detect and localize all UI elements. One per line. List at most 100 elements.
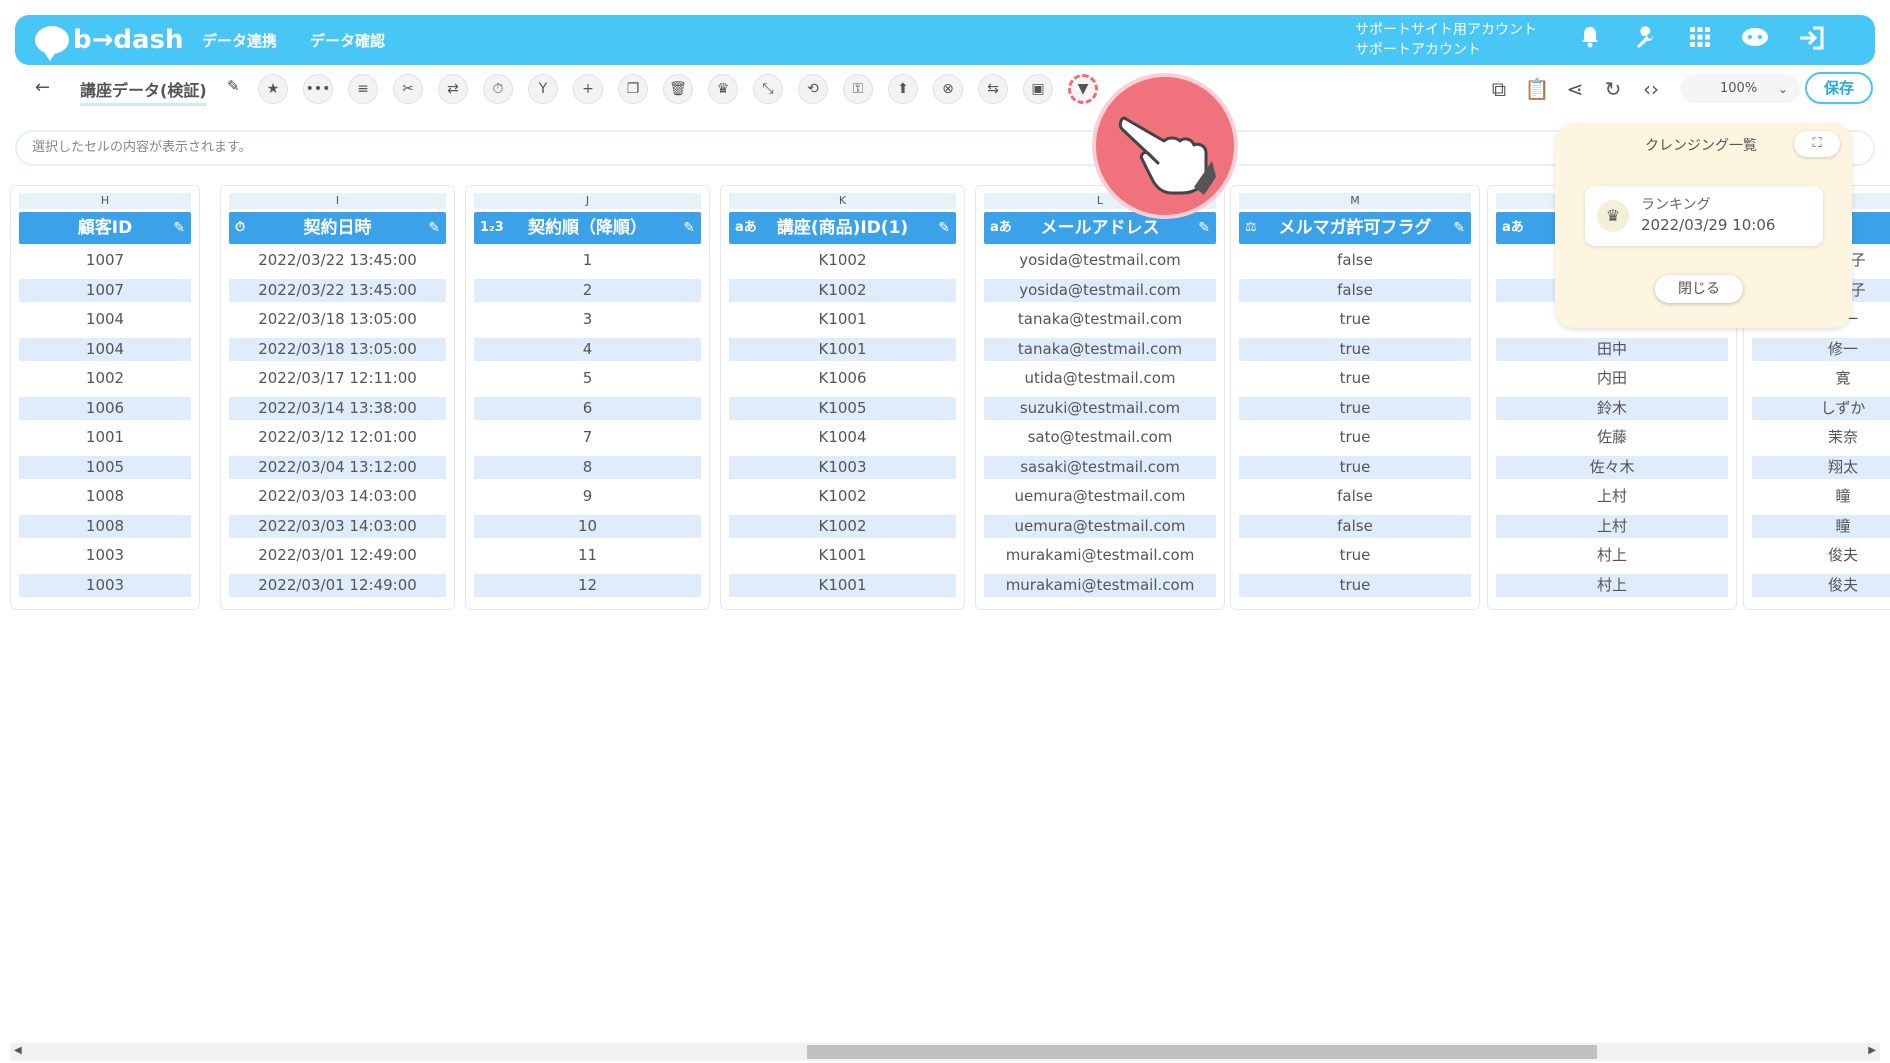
table-cell[interactable]: 鈴木 — [1496, 396, 1728, 420]
table-cell[interactable]: 1006 — [19, 396, 191, 420]
code-icon[interactable]: ‹› — [1637, 75, 1665, 103]
column-header[interactable]: 顧客ID ✎ — [19, 212, 191, 244]
table-cell[interactable]: K1005 — [729, 396, 956, 420]
table-cell[interactable]: 2 — [474, 278, 701, 302]
export-icon[interactable]: ⬆ — [888, 74, 918, 104]
close-button[interactable]: 閉じる — [1655, 275, 1743, 303]
bdash-logo[interactable]: b→dash — [35, 22, 184, 61]
table-cell[interactable]: K1006 — [729, 364, 956, 394]
collapse-icon[interactable]: ⤡ — [753, 74, 783, 104]
scroll-right-icon[interactable]: ▶ — [1868, 1045, 1876, 1056]
table-cell[interactable]: 村上 — [1496, 573, 1728, 597]
text-lines-icon[interactable]: ≡ — [348, 74, 378, 104]
edit-column-pencil-icon[interactable]: ✎ — [173, 212, 185, 244]
table-cell[interactable]: false — [1239, 246, 1471, 276]
column-header[interactable]: ⏱ 契約日時 ✎ — [229, 212, 446, 244]
table-cell[interactable]: K1001 — [729, 541, 956, 571]
copy-icon[interactable]: ❐ — [618, 74, 648, 104]
table-cell[interactable]: 2022/03/17 12:11:00 — [229, 364, 446, 394]
cleansing-item-card[interactable]: ♛ ランキング 2022/03/29 10:06 — [1585, 186, 1823, 246]
table-cell[interactable]: 2022/03/22 13:45:00 — [229, 246, 446, 276]
table-cell[interactable]: 9 — [474, 482, 701, 512]
table-cell[interactable]: true — [1239, 364, 1471, 394]
table-cell[interactable]: 瞳 — [1752, 482, 1890, 512]
table-cell[interactable]: 1004 — [19, 337, 191, 361]
lock-icon[interactable]: ⚿ — [843, 74, 873, 104]
table-cell[interactable]: K1002 — [729, 514, 956, 538]
clear-icon[interactable]: ⊗ — [933, 74, 963, 104]
table-cell[interactable]: 村上 — [1496, 541, 1728, 571]
table-cell[interactable]: murakami@testmail.com — [984, 573, 1216, 597]
scroll-left-icon[interactable]: ◀ — [14, 1045, 22, 1056]
table-cell[interactable]: murakami@testmail.com — [984, 541, 1216, 571]
table-cell[interactable]: 1001 — [19, 423, 191, 453]
table-cell[interactable]: 茉奈 — [1752, 423, 1890, 453]
clipboard-icon[interactable]: 📋 — [1523, 75, 1551, 103]
table-cell[interactable]: 1005 — [19, 455, 191, 479]
table-cell[interactable]: K1002 — [729, 246, 956, 276]
table-cell[interactable]: true — [1239, 337, 1471, 361]
apps-grid-icon[interactable] — [1685, 25, 1715, 55]
timer-icon[interactable]: ⏱ — [483, 74, 513, 104]
edit-title-pencil-icon[interactable]: ✎ — [227, 77, 240, 95]
table-cell[interactable]: 1002 — [19, 364, 191, 394]
table-cell[interactable]: 4 — [474, 337, 701, 361]
support-chat-icon[interactable] — [1740, 25, 1770, 55]
merge-icon[interactable]: ⇄ — [438, 74, 468, 104]
table-cell[interactable]: 内田 — [1496, 364, 1728, 394]
back-arrow-icon[interactable]: ← — [35, 77, 50, 98]
logout-icon[interactable] — [1797, 25, 1827, 55]
table-cell[interactable]: K1001 — [729, 305, 956, 335]
table-cell[interactable]: 2022/03/12 12:01:00 — [229, 423, 446, 453]
table-cell[interactable]: 1007 — [19, 278, 191, 302]
zoom-select[interactable]: 100% ⌄ — [1680, 75, 1800, 103]
table-cell[interactable]: 佐藤 — [1496, 423, 1728, 453]
table-cell[interactable]: 俊夫 — [1752, 541, 1890, 571]
table-cell[interactable]: 1008 — [19, 482, 191, 512]
table-cell[interactable]: tanaka@testmail.com — [984, 337, 1216, 361]
table-cell[interactable]: K1003 — [729, 455, 956, 479]
account-info[interactable]: サポートサイト用アカウント サポートアカウント — [1355, 20, 1537, 60]
table-cell[interactable]: K1002 — [729, 278, 956, 302]
table-cell[interactable]: 2022/03/03 14:03:00 — [229, 514, 446, 538]
table-cell[interactable]: false — [1239, 482, 1471, 512]
table-cell[interactable]: 10 — [474, 514, 701, 538]
table-cell[interactable]: K1002 — [729, 482, 956, 512]
edit-column-pencil-icon[interactable]: ✎ — [1453, 212, 1465, 244]
table-cell[interactable]: 2022/03/03 14:03:00 — [229, 482, 446, 512]
sheet-title[interactable]: 講座データ(検証) — [80, 77, 207, 106]
table-cell[interactable]: yosida@testmail.com — [984, 278, 1216, 302]
table-cell[interactable]: しずか — [1752, 396, 1890, 420]
table-cell[interactable]: 上村 — [1496, 514, 1728, 538]
column-letter[interactable]: M — [1239, 193, 1471, 209]
table-cell[interactable]: true — [1239, 396, 1471, 420]
edit-column-pencil-icon[interactable]: ✎ — [938, 212, 950, 244]
table-cell[interactable]: 1003 — [19, 573, 191, 597]
table-cell[interactable]: utida@testmail.com — [984, 364, 1216, 394]
table-cell[interactable]: 田中 — [1496, 337, 1728, 361]
favorite-star-icon[interactable]: ★ — [258, 74, 288, 104]
table-cell[interactable]: true — [1239, 455, 1471, 479]
column-header[interactable]: aあ 講座(商品)ID(1) ✎ — [729, 212, 956, 244]
delete-icon[interactable]: 🗑 — [663, 74, 693, 104]
table-cell[interactable]: 上村 — [1496, 482, 1728, 512]
crown-icon[interactable]: ♛ — [708, 74, 738, 104]
table-cell[interactable]: sato@testmail.com — [984, 423, 1216, 453]
table-cell[interactable]: 2022/03/18 13:05:00 — [229, 305, 446, 335]
table-cell[interactable]: 3 — [474, 305, 701, 335]
frame-icon[interactable]: ▣ — [1023, 74, 1053, 104]
table-cell[interactable]: true — [1239, 305, 1471, 335]
table-cell[interactable]: 5 — [474, 364, 701, 394]
table-cell[interactable]: 1004 — [19, 305, 191, 335]
more-dots-icon[interactable]: ••• — [303, 74, 333, 104]
table-cell[interactable]: K1001 — [729, 573, 956, 597]
table-cell[interactable]: false — [1239, 278, 1471, 302]
table-cell[interactable]: 2022/03/01 12:49:00 — [229, 573, 446, 597]
nav-data-integration[interactable]: データ連携 — [202, 30, 277, 51]
replace-icon[interactable]: ⇆ — [978, 74, 1008, 104]
column-letter[interactable]: K — [729, 193, 956, 209]
table-cell[interactable]: true — [1239, 423, 1471, 453]
table-cell[interactable]: 2022/03/18 13:05:00 — [229, 337, 446, 361]
table-cell[interactable]: 2022/03/01 12:49:00 — [229, 541, 446, 571]
table-cell[interactable]: true — [1239, 541, 1471, 571]
